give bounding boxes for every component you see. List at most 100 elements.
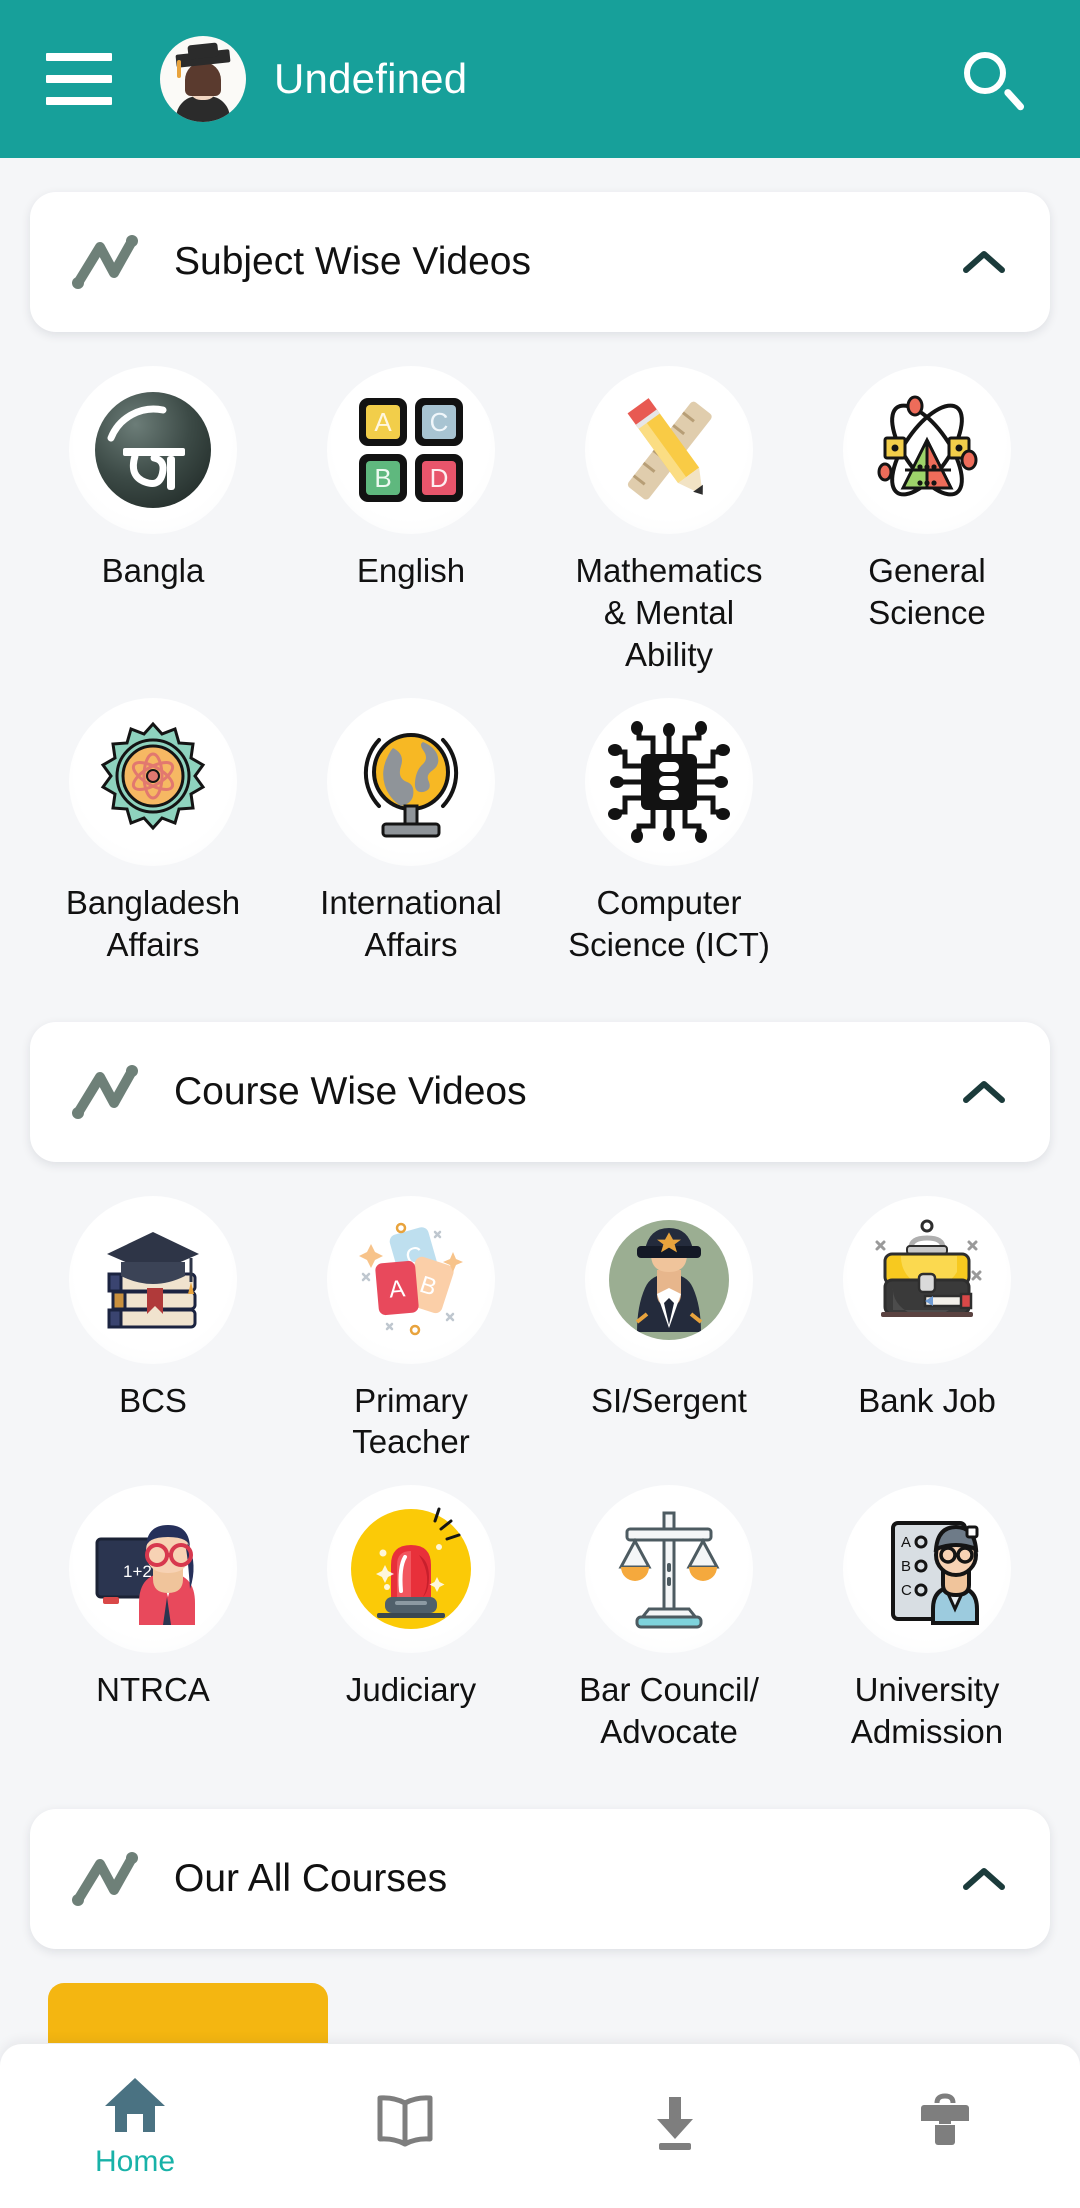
svg-text:C: C bbox=[901, 1582, 912, 1599]
grid-item-general-science[interactable]: General Science bbox=[798, 366, 1056, 676]
grid-item-label: University Admission bbox=[850, 1671, 1004, 1751]
atom-icon bbox=[877, 395, 978, 497]
icon-bubble bbox=[69, 1195, 237, 1364]
section-title: Course Wise Videos bbox=[174, 1069, 527, 1113]
abc-cards-icon: C B A bbox=[359, 1222, 463, 1335]
trend-line-icon bbox=[72, 235, 138, 289]
download-icon bbox=[657, 2096, 693, 2150]
chevron-up-icon[interactable] bbox=[958, 246, 1010, 278]
trend-line-icon bbox=[72, 1064, 138, 1119]
grid-item-mathematics[interactable]: Mathematics & Mental Ability bbox=[540, 366, 798, 676]
svg-text:B: B bbox=[901, 1558, 911, 1575]
grid-item-label: BCS bbox=[119, 1381, 187, 1419]
bottom-navigation: Home bbox=[0, 2044, 1080, 2208]
icon-bubble bbox=[843, 1195, 1011, 1364]
icon-bubble bbox=[585, 697, 753, 866]
svg-text:A: A bbox=[374, 407, 392, 437]
grid-item-si-sergent[interactable]: SI/Sergent bbox=[540, 1195, 798, 1464]
icon-bubble: ABC bbox=[843, 1485, 1011, 1654]
siren-icon bbox=[351, 1507, 471, 1630]
subject-grid: Bangla A C B D English Mathematics & Men… bbox=[0, 366, 1080, 966]
course-grid: BCS C B A Primary Teacher SI/Sergent Ban… bbox=[0, 1195, 1080, 1754]
svg-text:C: C bbox=[430, 407, 449, 437]
hamburger-icon[interactable] bbox=[46, 53, 112, 105]
icon-bubble bbox=[327, 697, 495, 866]
grid-item-label: Computer Science (ICT) bbox=[568, 883, 770, 963]
briefcase-books-icon bbox=[875, 1219, 982, 1317]
icon-bubble bbox=[585, 1195, 753, 1364]
grid-item-label: General Science bbox=[868, 552, 986, 631]
grid-item-label: Bank Job bbox=[858, 1381, 996, 1419]
search-icon[interactable] bbox=[950, 40, 1028, 118]
grid-item-label: English bbox=[356, 552, 466, 589]
grid-item-label: Bar Council/ Advocate bbox=[579, 1671, 759, 1751]
grid-spacer bbox=[798, 698, 1056, 966]
trend-line-icon bbox=[72, 1852, 138, 1907]
grid-item-computer-science[interactable]: Computer Science (ICT) bbox=[540, 697, 798, 966]
icon-bubble bbox=[69, 697, 237, 866]
svg-text:A: A bbox=[388, 1275, 406, 1303]
grid-item-label: NTRCA bbox=[96, 1671, 210, 1709]
teacher-board-icon: 1+2 x bbox=[95, 1525, 195, 1626]
grid-item-label: SI/Sergent bbox=[591, 1381, 747, 1419]
icon-bubble bbox=[585, 366, 753, 534]
grid-item-international-affairs[interactable]: International Affairs bbox=[282, 697, 540, 966]
briefcase-icon bbox=[921, 2092, 969, 2145]
student-exam-icon: ABC bbox=[891, 1521, 979, 1626]
police-officer-icon bbox=[609, 1219, 729, 1340]
grid-item-label: Bangla bbox=[101, 552, 205, 589]
gear-atom-icon bbox=[100, 721, 206, 830]
search-ring bbox=[964, 52, 1006, 94]
icon-bubble bbox=[69, 366, 237, 534]
app-header: Undefined bbox=[0, 0, 1080, 158]
grid-item-bar-council[interactable]: Bar Council/ Advocate bbox=[540, 1485, 798, 1753]
grid-item-label: Primary Teacher bbox=[352, 1381, 470, 1461]
section-header-subject-wise-videos[interactable]: Subject Wise Videos bbox=[30, 192, 1050, 332]
grid-item-bangla[interactable]: Bangla bbox=[24, 366, 282, 676]
icon-bubble bbox=[585, 1485, 753, 1654]
nav-item-home[interactable]: Home bbox=[0, 2044, 270, 2208]
nav-item-briefcase[interactable] bbox=[810, 2044, 1080, 2208]
section-header-course-wise-videos[interactable]: Course Wise Videos bbox=[30, 1021, 1050, 1162]
avatar[interactable] bbox=[160, 36, 246, 122]
section-title: Our All Courses bbox=[174, 1857, 448, 1901]
nav-item-label: Home bbox=[94, 2144, 176, 2178]
section-header-our-all-courses[interactable]: Our All Courses bbox=[30, 1809, 1050, 1950]
icon-bubble: C B A bbox=[327, 1195, 495, 1364]
banner-highlight bbox=[48, 1983, 328, 2044]
svg-text:B: B bbox=[374, 463, 391, 493]
grid-item-bcs[interactable]: BCS bbox=[24, 1195, 282, 1464]
abcd-blocks-icon: A C B D bbox=[359, 398, 463, 502]
grid-item-primary-teacher[interactable]: C B A Primary Teacher bbox=[282, 1195, 540, 1464]
hamburger-bar bbox=[46, 75, 112, 83]
grid-item-university-admission[interactable]: ABC University Admission bbox=[798, 1485, 1056, 1753]
book-icon bbox=[377, 2094, 433, 2146]
graduation-books-icon bbox=[107, 1231, 199, 1329]
grid-item-label: Bangladesh Affairs bbox=[65, 883, 241, 963]
bangla-letter-icon bbox=[95, 392, 211, 508]
cap-tassel-icon bbox=[177, 60, 181, 78]
hamburger-bar bbox=[46, 97, 112, 105]
content-scroll-area[interactable]: Subject Wise Videos Bangla A C B D Engli… bbox=[0, 158, 1080, 2044]
chevron-up-icon[interactable] bbox=[958, 1863, 1010, 1895]
grid-item-label: Judiciary bbox=[345, 1671, 477, 1709]
chevron-up-icon[interactable] bbox=[958, 1076, 1010, 1108]
search-handle bbox=[1002, 87, 1026, 112]
nav-item-download[interactable] bbox=[540, 2044, 810, 2208]
hamburger-bar bbox=[46, 53, 112, 61]
grid-item-judiciary[interactable]: Judiciary bbox=[282, 1485, 540, 1753]
home-icon bbox=[105, 2077, 165, 2132]
icon-bubble: A C B D bbox=[327, 366, 495, 534]
svg-text:D: D bbox=[430, 463, 449, 493]
grid-item-label: International Affairs bbox=[320, 883, 502, 963]
grid-item-english[interactable]: A C B D English bbox=[282, 366, 540, 676]
globe-stand-icon bbox=[363, 732, 459, 838]
grid-item-bangladesh-affairs[interactable]: Bangladesh Affairs bbox=[24, 697, 282, 966]
course-banner-peek[interactable] bbox=[30, 1983, 1050, 2044]
app-screen: Undefined Subject Wise Videos Bangla A C… bbox=[0, 0, 1080, 2208]
grid-item-bank-job[interactable]: Bank Job bbox=[798, 1195, 1056, 1464]
ruler-pencil-icon bbox=[627, 398, 712, 500]
grid-item-ntrca[interactable]: 1+2 x NTRCA bbox=[24, 1485, 282, 1753]
nav-item-book[interactable] bbox=[270, 2044, 540, 2208]
icon-bubble bbox=[327, 1485, 495, 1654]
